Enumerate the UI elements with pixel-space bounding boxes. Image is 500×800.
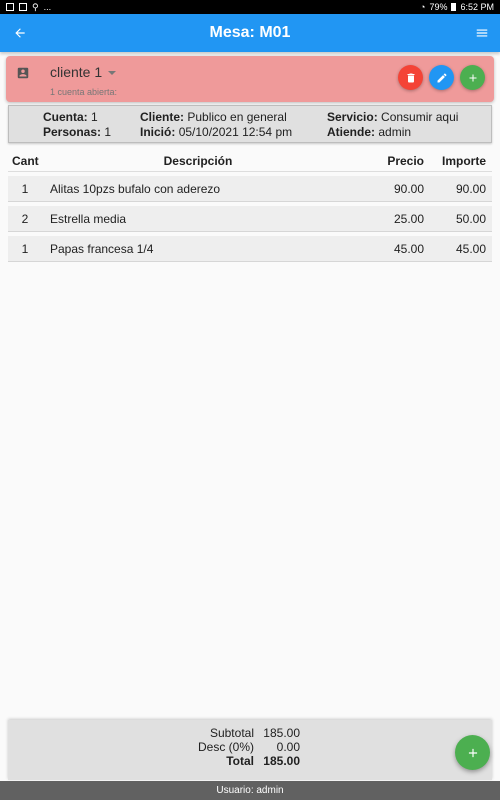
hamburger-menu-icon [476, 29, 488, 37]
status-overflow-text: ... [43, 2, 52, 12]
total-value: 185.00 [263, 754, 300, 768]
table-header: Cant Descripción Precio Importe [8, 150, 492, 172]
plus-icon [468, 748, 477, 757]
menu-button[interactable] [470, 21, 494, 45]
trash-icon [407, 73, 414, 82]
user-footer: Usuario: admin [0, 781, 500, 800]
table-row[interactable]: 2 Estrella media 25.00 50.00 [8, 206, 492, 232]
table-row[interactable]: 1 Papas francesa 1/4 45.00 45.00 [8, 236, 492, 262]
totals-panel: Subtotal 185.00 Desc (0%) 0.00 Total 185… [8, 720, 492, 780]
discount-value: 0.00 [276, 740, 300, 754]
table-row[interactable]: 1 Alitas 10pzs bufalo con aderezo 90.00 … [8, 176, 492, 202]
plus-icon [469, 74, 476, 81]
row-importe: 45.00 [455, 241, 486, 256]
order-table: Cant Descripción Precio Importe 1 Alitas… [8, 150, 492, 262]
battery-icon [451, 3, 457, 11]
row-precio: 25.00 [393, 211, 424, 226]
add-product-button[interactable] [455, 735, 490, 770]
subtotal-line: Subtotal 185.00 [8, 726, 300, 740]
total-line: Total 185.00 [8, 754, 300, 768]
row-descripcion: Alitas 10pzs bufalo con aderezo [50, 181, 221, 196]
page-title: Mesa: M01 [209, 24, 291, 41]
row-cant: 1 [21, 181, 29, 196]
edit-client-button[interactable] [429, 65, 454, 90]
inicio-info: Inició: 05/10/2021 12:54 pm [140, 125, 292, 139]
personas-value: 1 [104, 125, 112, 139]
header-descripcion: Descripción [163, 153, 233, 168]
header-precio: Precio [387, 153, 424, 168]
row-cant: 1 [21, 241, 29, 256]
status-bar: ⚲ ... ◔ 79% 6:52 PM [0, 0, 500, 14]
subtotal-value: 185.00 [263, 726, 300, 740]
delete-client-button[interactable] [398, 65, 423, 90]
discount-label: Desc (0%) [197, 740, 254, 754]
pencil-icon [437, 73, 446, 82]
row-descripcion: Papas francesa 1/4 [50, 241, 154, 256]
row-importe: 90.00 [455, 181, 486, 196]
wifi-icon: ◔ [420, 2, 426, 12]
account-box-icon [17, 67, 29, 79]
personas-info: Personas: 1 [43, 125, 111, 139]
inicio-value: 05/10/2021 12:54 pm [178, 125, 293, 139]
discount-line: Desc (0%) 0.00 [8, 740, 300, 754]
inicio-label: Inició: [140, 125, 176, 139]
row-descripcion: Estrella media [50, 211, 127, 226]
client-card: cliente 1 1 cuenta abierta: [6, 56, 494, 102]
total-label: Total [226, 754, 254, 768]
chevron-down-icon [108, 71, 117, 75]
row-importe: 50.00 [455, 211, 486, 226]
client-selector[interactable]: cliente 1 [50, 64, 117, 80]
header-importe: Importe [441, 153, 486, 168]
row-precio: 45.00 [393, 241, 424, 256]
cuenta-info: Cuenta: 1 [43, 110, 98, 124]
status-bar-notifications: ⚲ ... [6, 2, 51, 13]
subtotal-label: Subtotal [209, 726, 254, 740]
client-name: cliente 1 [50, 64, 103, 80]
personas-label: Personas: [43, 125, 102, 139]
cliente-label: Cliente: [140, 110, 185, 124]
battery-percent: 79% [429, 2, 448, 12]
clock: 6:52 PM [460, 2, 494, 12]
usb-icon: ⚲ [32, 1, 39, 12]
row-cant: 2 [21, 211, 29, 226]
app-bar: Mesa: M01 [0, 14, 500, 52]
servicio-info: Servicio: Consumir aqui [327, 110, 458, 124]
app-notification-icon [19, 3, 27, 11]
account-info-panel: Cuenta: 1 Personas: 1 Cliente: Publico e… [8, 105, 492, 143]
atiende-info: Atiende: admin [327, 125, 411, 139]
open-accounts-label: 1 cuenta abierta: [50, 87, 118, 97]
back-button[interactable] [8, 21, 32, 45]
row-precio: 90.00 [393, 181, 424, 196]
cliente-info: Cliente: Publico en general [140, 110, 287, 124]
servicio-label: Servicio: [327, 110, 378, 124]
cuenta-label: Cuenta: [43, 110, 88, 124]
header-cant: Cant [12, 153, 39, 168]
add-client-button[interactable] [460, 65, 485, 90]
cliente-value: Publico en general [187, 110, 287, 124]
arrow-left-icon [15, 28, 25, 38]
atiende-value: admin [378, 125, 412, 139]
atiende-label: Atiende: [327, 125, 375, 139]
cuenta-value: 1 [91, 110, 98, 124]
servicio-value: Consumir aqui [381, 110, 459, 124]
image-notification-icon [6, 3, 14, 11]
status-bar-system: ◔ 79% 6:52 PM [420, 2, 494, 12]
